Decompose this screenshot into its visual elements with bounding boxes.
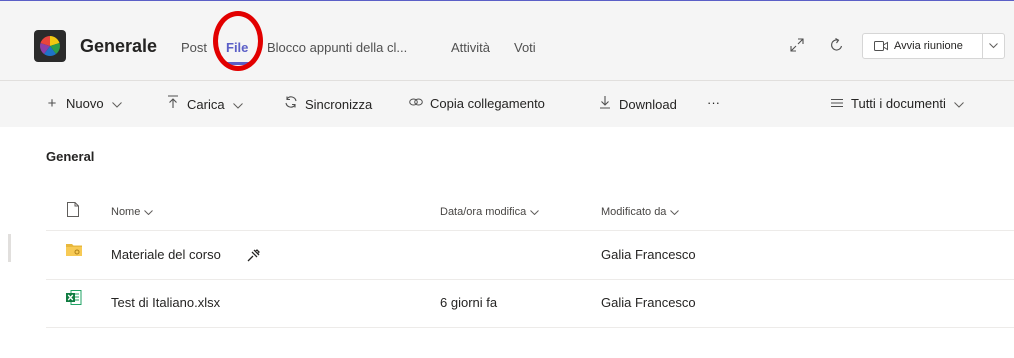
team-avatar[interactable] — [34, 30, 66, 62]
copy-link-label: Copia collegamento — [430, 96, 545, 111]
chevron-down-icon — [232, 97, 243, 112]
header-row-divider — [46, 230, 1014, 231]
folder-icon — [66, 243, 82, 261]
video-camera-icon — [874, 41, 888, 51]
folder-breadcrumb[interactable]: General — [46, 149, 94, 164]
download-icon — [597, 95, 613, 113]
chevron-down-icon — [954, 96, 964, 111]
column-name-label: Nome — [111, 206, 141, 218]
meeting-options-dropdown[interactable] — [983, 33, 1005, 59]
download-label: Download — [619, 96, 677, 112]
row-modified-by: Galia Francesco — [601, 295, 696, 310]
file-type-icon — [67, 202, 79, 222]
tab-grades[interactable]: Voti — [514, 40, 536, 55]
red-highlight-circle — [213, 11, 263, 71]
row-name[interactable]: Materiale del corso — [111, 247, 221, 262]
refresh-icon[interactable] — [826, 34, 848, 56]
channel-title: Generale — [80, 36, 158, 56]
upload-button[interactable]: Carica — [165, 95, 243, 113]
row-name[interactable]: Test di Italiano.xlsx — [111, 295, 220, 310]
team-logo-icon — [40, 36, 60, 56]
command-bar: + Nuovo Carica Sincronizza Copia collega… — [0, 81, 1014, 127]
column-header-name[interactable]: Nome — [111, 206, 154, 218]
channel-header: Generale Post File Blocco appunti della … — [0, 1, 1014, 79]
new-label: Nuovo — [66, 96, 104, 111]
chevron-down-icon — [989, 43, 998, 49]
tab-assignments[interactable]: Attività — [451, 40, 490, 55]
chevron-down-icon — [530, 206, 540, 218]
column-modified-label: Data/ora modifica — [440, 206, 527, 218]
download-button[interactable]: Download — [597, 95, 677, 113]
excel-file-icon — [66, 290, 82, 310]
sync-button[interactable]: Sincronizza — [283, 95, 372, 113]
copy-link-button[interactable]: Copia collegamento — [408, 95, 545, 112]
more-options-icon[interactable]: ··· — [707, 95, 720, 110]
pin-icon[interactable] — [247, 248, 261, 267]
plus-icon: + — [47, 95, 57, 112]
view-switcher[interactable]: Tutti i documenti — [829, 95, 964, 112]
link-icon — [408, 95, 424, 112]
document-library: General Nome Data/ora modifica Modificat… — [0, 127, 1014, 358]
sync-icon — [283, 95, 299, 113]
tab-class-notebook[interactable]: Blocco appunti della cl... — [267, 40, 407, 55]
chevron-down-icon — [670, 206, 680, 218]
new-button[interactable]: + Nuovo — [44, 95, 122, 112]
column-header-modified[interactable]: Data/ora modifica — [440, 206, 540, 218]
start-meeting-button[interactable]: Avvia riunione — [862, 33, 983, 59]
expand-icon[interactable] — [786, 34, 808, 56]
column-header-modified-by[interactable]: Modificato da — [601, 206, 680, 218]
upload-icon — [165, 95, 181, 113]
row-modified-by: Galia Francesco — [601, 247, 696, 262]
chevron-down-icon — [144, 206, 154, 218]
sync-label: Sincronizza — [305, 96, 373, 112]
row-modified: 6 giorni fa — [440, 295, 498, 310]
row-divider — [46, 279, 1014, 280]
chevron-down-icon — [111, 96, 122, 111]
tab-post[interactable]: Post — [181, 40, 207, 55]
row-selection-marker — [8, 234, 11, 262]
filter-lines-icon — [829, 95, 845, 112]
column-modified-by-label: Modificato da — [601, 206, 667, 218]
view-label: Tutti i documenti — [851, 96, 946, 111]
upload-label: Carica — [187, 96, 225, 112]
row-divider — [46, 327, 1014, 328]
start-meeting-label: Avvia riunione — [894, 40, 963, 52]
